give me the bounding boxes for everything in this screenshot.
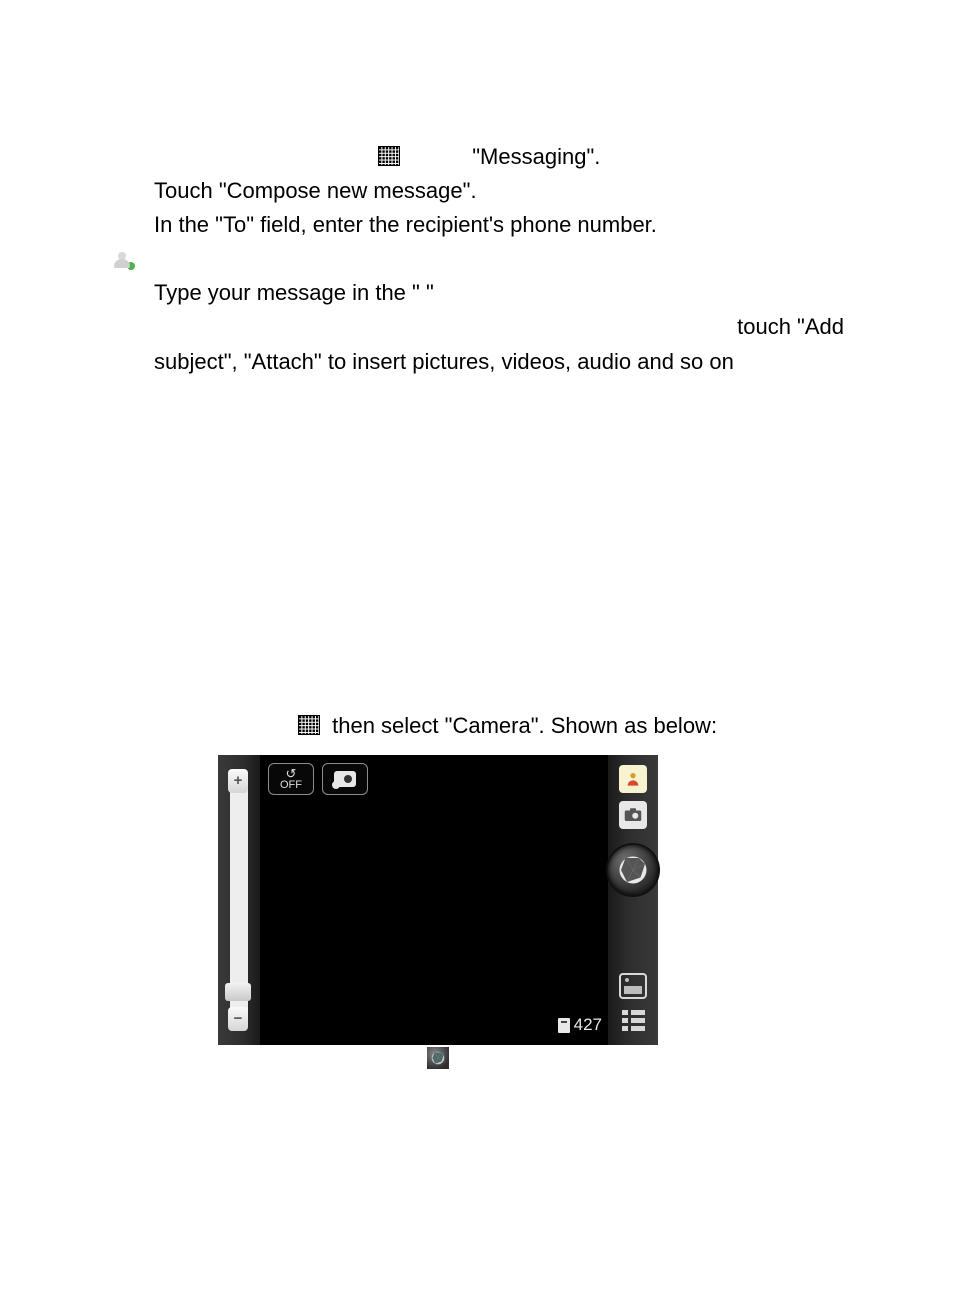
app-grid-icon (378, 146, 400, 166)
paragraph-line: Type your message in the " " (154, 276, 844, 310)
paragraph-line: then select "Camera". Shown as below: (298, 709, 844, 743)
paragraph-line: In the "To" field, enter the recipient's… (154, 208, 844, 242)
text: subject", "Attach" to insert pictures, v… (154, 349, 734, 374)
zoom-out-button[interactable]: − (228, 1007, 248, 1031)
paragraph-line: "Messaging". (378, 140, 844, 174)
add-contact-icon (114, 252, 132, 268)
settings-menu-button[interactable] (619, 1007, 647, 1035)
shots-remaining: 427 (558, 1012, 602, 1038)
aperture-icon (618, 855, 648, 885)
face-icon (625, 771, 641, 787)
camera-screenshot: + − ↺ OFF (218, 755, 658, 1069)
shutter-small-icon (427, 1047, 449, 1069)
flash-off-icon: ↺ OFF (280, 767, 302, 791)
text: then select "Camera". Shown as below: (332, 713, 717, 738)
camera-mode-button[interactable] (619, 801, 647, 829)
paragraph-line: subject", "Attach" to insert pictures, v… (154, 345, 844, 379)
zoom-handle[interactable] (225, 983, 251, 1001)
document-page: "Messaging". Touch "Compose new message"… (0, 0, 954, 1129)
shutter-button[interactable] (608, 845, 658, 895)
camera-viewfinder: ↺ OFF 427 (260, 755, 608, 1045)
text: touch "Add (737, 314, 844, 339)
camera-ui: + − ↺ OFF (218, 755, 658, 1045)
switch-camera-button[interactable] (322, 763, 368, 795)
paragraph-line (118, 242, 844, 276)
camera-side-controls (608, 755, 658, 1045)
gallery-button[interactable] (619, 973, 647, 999)
zoom-in-button[interactable]: + (228, 769, 248, 793)
app-grid-icon (298, 715, 320, 735)
face-detection-button[interactable] (619, 765, 647, 793)
storage-icon (558, 1018, 570, 1033)
paragraph-line: Touch "Compose new message". (154, 174, 844, 208)
text: Touch "Compose new message". (154, 178, 477, 203)
counter-value: 427 (574, 1012, 602, 1038)
text: "Messaging". (472, 144, 600, 169)
paragraph-line: touch "Add (118, 310, 844, 344)
switch-camera-icon (334, 771, 356, 787)
menu-icon (622, 1010, 645, 1031)
camera-icon (624, 808, 642, 822)
zoom-bar: + − (218, 755, 260, 1045)
flash-toggle[interactable]: ↺ OFF (268, 763, 314, 795)
text: Type your message in the " " (154, 280, 434, 305)
text: In the "To" field, enter the recipient's… (154, 212, 657, 237)
